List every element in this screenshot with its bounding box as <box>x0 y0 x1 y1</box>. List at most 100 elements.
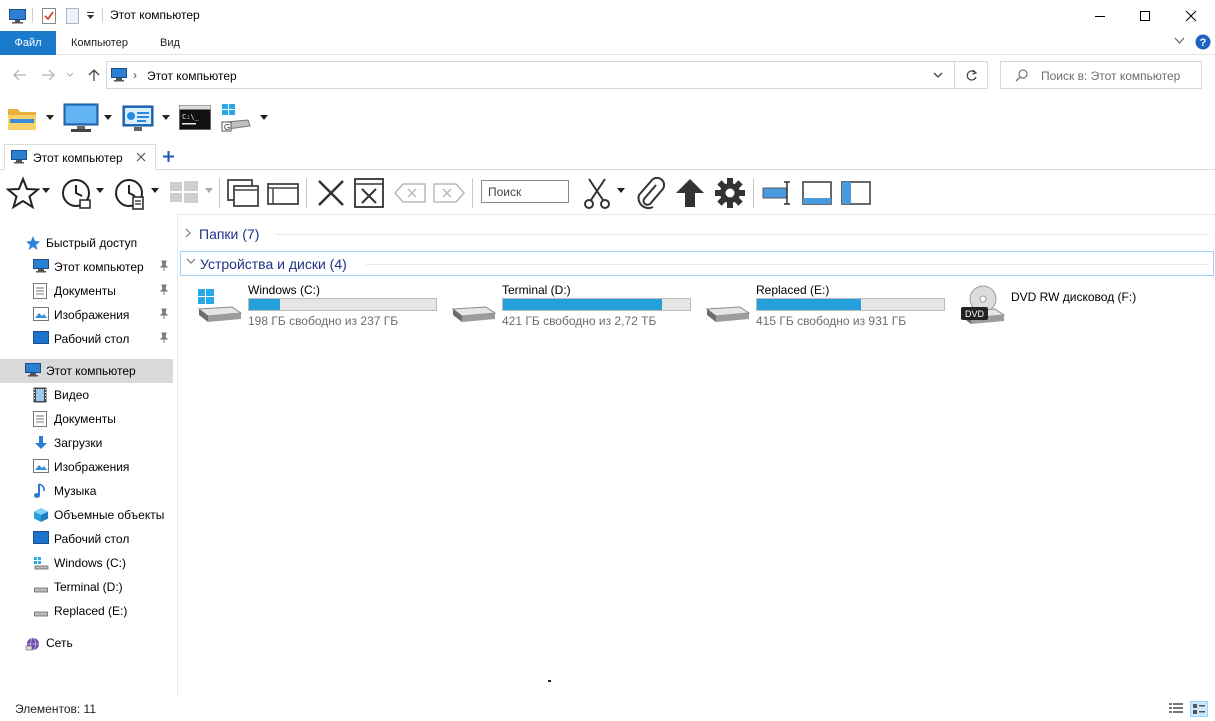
sidebar-item-network[interactable]: Сеть <box>0 631 173 655</box>
settings-gear-icon[interactable] <box>713 176 747 210</box>
separator <box>32 8 33 23</box>
sidebar-item-drive-d[interactable]: Terminal (D:) <box>0 575 173 599</box>
folder-icon[interactable] <box>6 102 38 134</box>
tab-view[interactable]: Вид <box>148 31 192 55</box>
new-window-icon[interactable] <box>226 176 260 210</box>
drive-usage-fill <box>249 299 280 310</box>
drive-tile-e[interactable]: Replaced (E:) 415 ГБ свободно из 931 ГБ <box>686 283 946 331</box>
document-icon <box>33 283 49 299</box>
close-tab-icon[interactable] <box>136 149 146 162</box>
disk-management-icon[interactable]: G <box>220 102 252 134</box>
sidebar-item-drive-c[interactable]: Windows (C:) <box>0 551 173 575</box>
dropdown-arrow-icon[interactable] <box>96 188 104 194</box>
back-button[interactable] <box>10 66 30 84</box>
tab-computer[interactable]: Компьютер <box>59 31 140 55</box>
sidebar-item-desktop[interactable]: Рабочий стол <box>0 527 173 551</box>
rename-icon[interactable] <box>761 176 795 210</box>
group-title: Устройства и диски (4) <box>200 256 347 272</box>
qat-dropdown-icon[interactable] <box>84 7 96 25</box>
expand-ribbon-icon[interactable] <box>1174 37 1185 45</box>
search-input[interactable]: Поиск в: Этот компьютер <box>1000 61 1202 89</box>
sidebar-item-documents[interactable]: Документы <box>0 407 173 431</box>
quick-search-input[interactable]: Поиск <box>481 180 569 203</box>
sidebar-item-label: Объемные объекты <box>54 508 165 522</box>
close-window-icon[interactable] <box>352 176 386 210</box>
sidebar-item-quick-access[interactable]: Быстрый доступ <box>0 231 173 255</box>
delete-forward-icon[interactable] <box>432 176 466 210</box>
command-prompt-icon[interactable]: C:\_ <box>179 102 211 134</box>
address-bar[interactable]: › Этот компьютер <box>106 61 955 89</box>
close-icon[interactable] <box>314 176 348 210</box>
help-icon[interactable]: ? <box>1195 34 1211 50</box>
recent-files-clock-icon[interactable] <box>113 176 147 210</box>
pin-icon[interactable] <box>159 308 169 320</box>
recent-locations-icon[interactable] <box>63 66 77 84</box>
sidebar-item-downloads[interactable]: Загрузки <box>0 431 173 455</box>
tab-this-pc[interactable]: Этот компьютер <box>4 144 156 170</box>
sidebar-item-music[interactable]: Музыка <box>0 479 173 503</box>
breadcrumb-separator-icon[interactable]: › <box>133 68 137 82</box>
tiles-view-icon[interactable] <box>1190 701 1208 717</box>
dropdown-arrow-icon[interactable] <box>205 188 213 194</box>
drive-usage-fill <box>757 299 861 310</box>
drive-tile-c[interactable]: Windows (C:) 198 ГБ свободно из 237 ГБ <box>178 283 438 331</box>
sidebar-item-pictures[interactable]: Изображения <box>0 455 173 479</box>
sidebar-item-videos[interactable]: Видео <box>0 383 173 407</box>
sidebar-item-3d-objects[interactable]: Объемные объекты <box>0 503 173 527</box>
sidebar-item-pinned-documents[interactable]: Документы <box>0 279 173 303</box>
control-panel-icon[interactable] <box>122 102 154 134</box>
chevron-down-icon[interactable] <box>186 258 196 265</box>
chevron-right-icon[interactable] <box>185 228 192 238</box>
group-header-folders[interactable]: Папки (7) <box>180 222 1214 246</box>
shortcut-toolbar: C:\_ G <box>0 96 1215 140</box>
drive-tile-f[interactable]: DVD DVD RW дисковод (F:) <box>941 283 1211 331</box>
pin-icon[interactable] <box>159 332 169 344</box>
refresh-button[interactable] <box>955 61 988 89</box>
pictures-icon <box>33 307 49 323</box>
favorites-star-icon[interactable] <box>6 176 40 210</box>
group-header-devices[interactable]: Устройства и диски (4) <box>180 251 1214 276</box>
pin-icon[interactable] <box>159 260 169 272</box>
tab-file[interactable]: Файл <box>0 31 56 55</box>
drive-tile-d[interactable]: Terminal (D:) 421 ГБ свободно из 2,72 ТБ <box>432 283 692 331</box>
close-button[interactable] <box>1168 0 1214 31</box>
sidebar-item-pinned-this-pc[interactable]: Этот компьютер <box>0 255 173 279</box>
details-view-icon[interactable] <box>1168 702 1184 716</box>
dropdown-arrow-icon[interactable] <box>46 115 54 121</box>
paperclip-icon[interactable] <box>634 176 666 210</box>
up-button[interactable] <box>84 66 104 84</box>
backspace-icon[interactable] <box>393 176 427 210</box>
dropdown-arrow-icon[interactable] <box>162 115 170 121</box>
navigation-pane-icon[interactable] <box>839 176 873 210</box>
preview-pane-icon[interactable] <box>800 176 834 210</box>
drive-name: Windows (C:) <box>248 283 321 297</box>
dropdown-arrow-icon[interactable] <box>42 188 50 194</box>
forward-button[interactable] <box>38 66 58 84</box>
properties-icon[interactable] <box>40 7 58 25</box>
tab-strip: Этот компьютер <box>0 142 1215 170</box>
new-tab-icon[interactable] <box>162 146 175 163</box>
computer-icon[interactable] <box>63 102 99 134</box>
minimize-button[interactable] <box>1077 0 1123 31</box>
sidebar-item-this-pc[interactable]: Этот компьютер <box>0 359 173 383</box>
address-dropdown-icon[interactable] <box>933 72 943 79</box>
up-arrow-icon[interactable] <box>673 176 707 210</box>
scissors-icon[interactable] <box>581 176 613 210</box>
duplicate-window-icon[interactable] <box>266 176 300 210</box>
pin-icon[interactable] <box>159 284 169 296</box>
sidebar-item-drive-e[interactable]: Replaced (E:) <box>0 599 173 623</box>
sidebar-item-pinned-desktop[interactable]: Рабочий стол <box>0 327 173 351</box>
sidebar-item-pinned-pictures[interactable]: Изображения <box>0 303 173 327</box>
computer-icon[interactable] <box>8 7 26 25</box>
dropdown-arrow-icon[interactable] <box>104 115 112 121</box>
drive-name: DVD RW дисковод (F:) <box>1011 290 1137 304</box>
windows-logo-icon[interactable] <box>168 176 200 208</box>
dropdown-arrow-icon[interactable] <box>260 115 268 121</box>
maximize-button[interactable] <box>1122 0 1168 31</box>
dropdown-arrow-icon[interactable] <box>617 188 625 194</box>
new-folder-icon[interactable] <box>63 7 81 25</box>
history-clock-icon[interactable] <box>60 176 94 210</box>
dropdown-arrow-icon[interactable] <box>151 188 159 194</box>
breadcrumb[interactable]: Этот компьютер <box>147 69 237 83</box>
video-icon <box>33 387 49 403</box>
